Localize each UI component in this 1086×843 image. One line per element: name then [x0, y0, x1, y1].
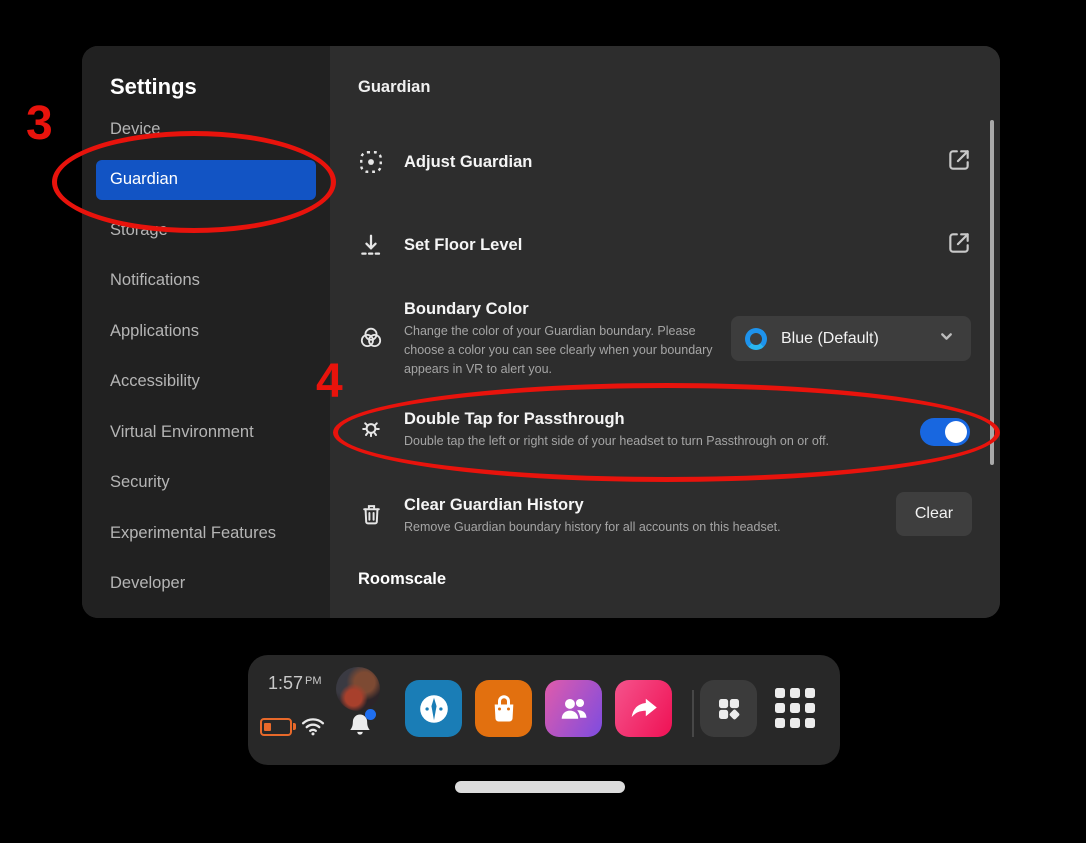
roomscale-section-header: Roomscale — [358, 570, 446, 589]
color-circles-icon — [358, 324, 384, 351]
settings-window: Settings Device Guardian Storage Notific… — [82, 46, 1000, 618]
all-apps-grid-icon[interactable] — [775, 688, 819, 732]
wifi-icon — [298, 711, 328, 744]
chevron-down-icon — [938, 328, 955, 350]
clear-button[interactable]: Clear — [896, 492, 972, 536]
boundary-color-row: Boundary Color Change the color of your … — [358, 300, 972, 392]
clock-meridiem: PM — [305, 675, 322, 687]
boundary-color-dropdown[interactable]: Blue (Default) — [731, 316, 971, 361]
clear-history-title: Clear Guardian History — [404, 496, 904, 515]
boundary-color-title: Boundary Color — [404, 300, 739, 319]
avatar[interactable] — [336, 667, 380, 711]
blue-color-swatch-icon — [745, 328, 767, 350]
sidebar-item-accessibility[interactable]: Accessibility — [110, 357, 330, 408]
sidebar-item-device[interactable]: Device — [110, 104, 330, 155]
sidebar-item-virtual-environment[interactable]: Virtual Environment — [110, 407, 330, 458]
battery-icon — [260, 718, 292, 736]
sidebar-item-notifications[interactable]: Notifications — [110, 256, 330, 307]
sidebar-item-applications[interactable]: Applications — [110, 306, 330, 357]
adjust-guardian-label: Adjust Guardian — [404, 153, 532, 172]
sidebar-title: Settings — [110, 72, 330, 102]
sidebar-item-developer[interactable]: Developer — [110, 559, 330, 610]
double-tap-toggle[interactable] — [920, 418, 970, 446]
store-app-icon[interactable] — [475, 680, 532, 737]
home-indicator-bar[interactable] — [455, 781, 625, 793]
sidebar-item-experimental-features[interactable]: Experimental Features — [110, 508, 330, 559]
sharing-app-icon[interactable] — [615, 680, 672, 737]
explore-app-icon[interactable] — [405, 680, 462, 737]
guardian-settings-panel: Guardian Adjust Guardian Set Floor Level — [330, 46, 1000, 618]
sidebar-item-guardian[interactable]: Guardian — [110, 155, 330, 206]
external-link-icon[interactable] — [946, 230, 972, 261]
set-floor-level-row[interactable]: Set Floor Level — [358, 225, 972, 265]
toggle-knob — [945, 421, 967, 443]
double-tap-description: Double tap the left or right side of you… — [404, 432, 944, 451]
dock-taskbar: 1:57PM — [248, 655, 840, 765]
external-link-icon[interactable] — [946, 147, 972, 178]
guardian-boundary-icon — [358, 149, 384, 175]
dock-divider — [692, 690, 694, 737]
annotation-step-4: 4 — [316, 358, 343, 406]
app-library-icon[interactable] — [700, 680, 757, 737]
annotation-step-3: 3 — [26, 100, 53, 148]
boundary-color-description: Change the color of your Guardian bounda… — [404, 322, 739, 379]
clear-guardian-history-row: Clear Guardian History Remove Guardian b… — [358, 496, 972, 556]
clear-history-description: Remove Guardian boundary history for all… — [404, 518, 904, 537]
notification-badge — [365, 709, 376, 720]
clock[interactable]: 1:57PM — [268, 673, 322, 694]
adjust-guardian-row[interactable]: Adjust Guardian — [358, 142, 972, 182]
sidebar-item-security[interactable]: Security — [110, 458, 330, 509]
boundary-color-value: Blue (Default) — [781, 330, 879, 348]
people-app-icon[interactable] — [545, 680, 602, 737]
floor-level-icon — [358, 232, 384, 258]
set-floor-level-label: Set Floor Level — [404, 236, 522, 255]
scrollbar[interactable] — [990, 120, 994, 465]
double-tap-passthrough-row: Double Tap for Passthrough Double tap th… — [358, 408, 972, 468]
settings-sidebar: Settings Device Guardian Storage Notific… — [82, 46, 330, 618]
double-tap-title: Double Tap for Passthrough — [404, 410, 944, 429]
sidebar-nav: Device Guardian Storage Notifications Ap… — [110, 104, 330, 609]
page-title: Guardian — [358, 72, 430, 102]
trash-icon — [358, 502, 384, 527]
passthrough-icon — [358, 416, 384, 443]
sidebar-item-storage[interactable]: Storage — [110, 205, 330, 256]
